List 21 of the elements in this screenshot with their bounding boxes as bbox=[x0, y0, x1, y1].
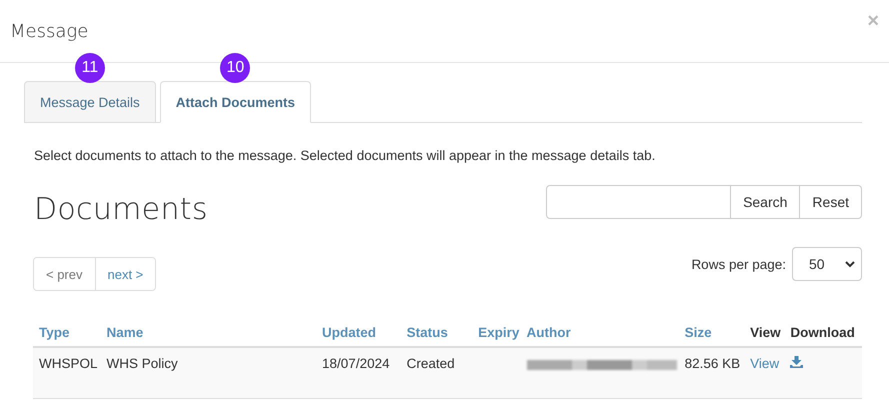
window-title: Message bbox=[10, 20, 88, 42]
search-button[interactable]: Search bbox=[731, 185, 800, 219]
tab[interactable]: Attach Documents bbox=[160, 81, 312, 123]
table-cell: WHSPOL bbox=[33, 347, 100, 398]
table-cell: 82.56 KB bbox=[678, 347, 744, 398]
pager-button[interactable]: next > bbox=[94, 258, 156, 290]
search-field[interactable] bbox=[546, 185, 732, 219]
rows-per-page-select[interactable]: 50 bbox=[792, 247, 862, 281]
rows-per-page-label: Rows per page: bbox=[691, 256, 786, 272]
number-badge: 10 bbox=[220, 53, 250, 83]
tab[interactable]: Message Details bbox=[24, 81, 156, 123]
section-heading: Documents bbox=[34, 192, 208, 227]
table-cell: WHS Policy bbox=[100, 347, 316, 398]
download-icon[interactable] bbox=[790, 356, 804, 368]
close-button[interactable]: × bbox=[867, 10, 879, 32]
number-badge: 11 bbox=[74, 53, 105, 83]
reset-button[interactable]: Reset bbox=[800, 185, 862, 219]
table-cell: Created bbox=[400, 347, 472, 398]
instruction-text: Select documents to attach to the message. Selected documents will appear in the message details tab. bbox=[34, 148, 656, 163]
chevron-down-icon bbox=[845, 260, 855, 268]
table-cell: 18/07/2024 bbox=[316, 347, 401, 398]
